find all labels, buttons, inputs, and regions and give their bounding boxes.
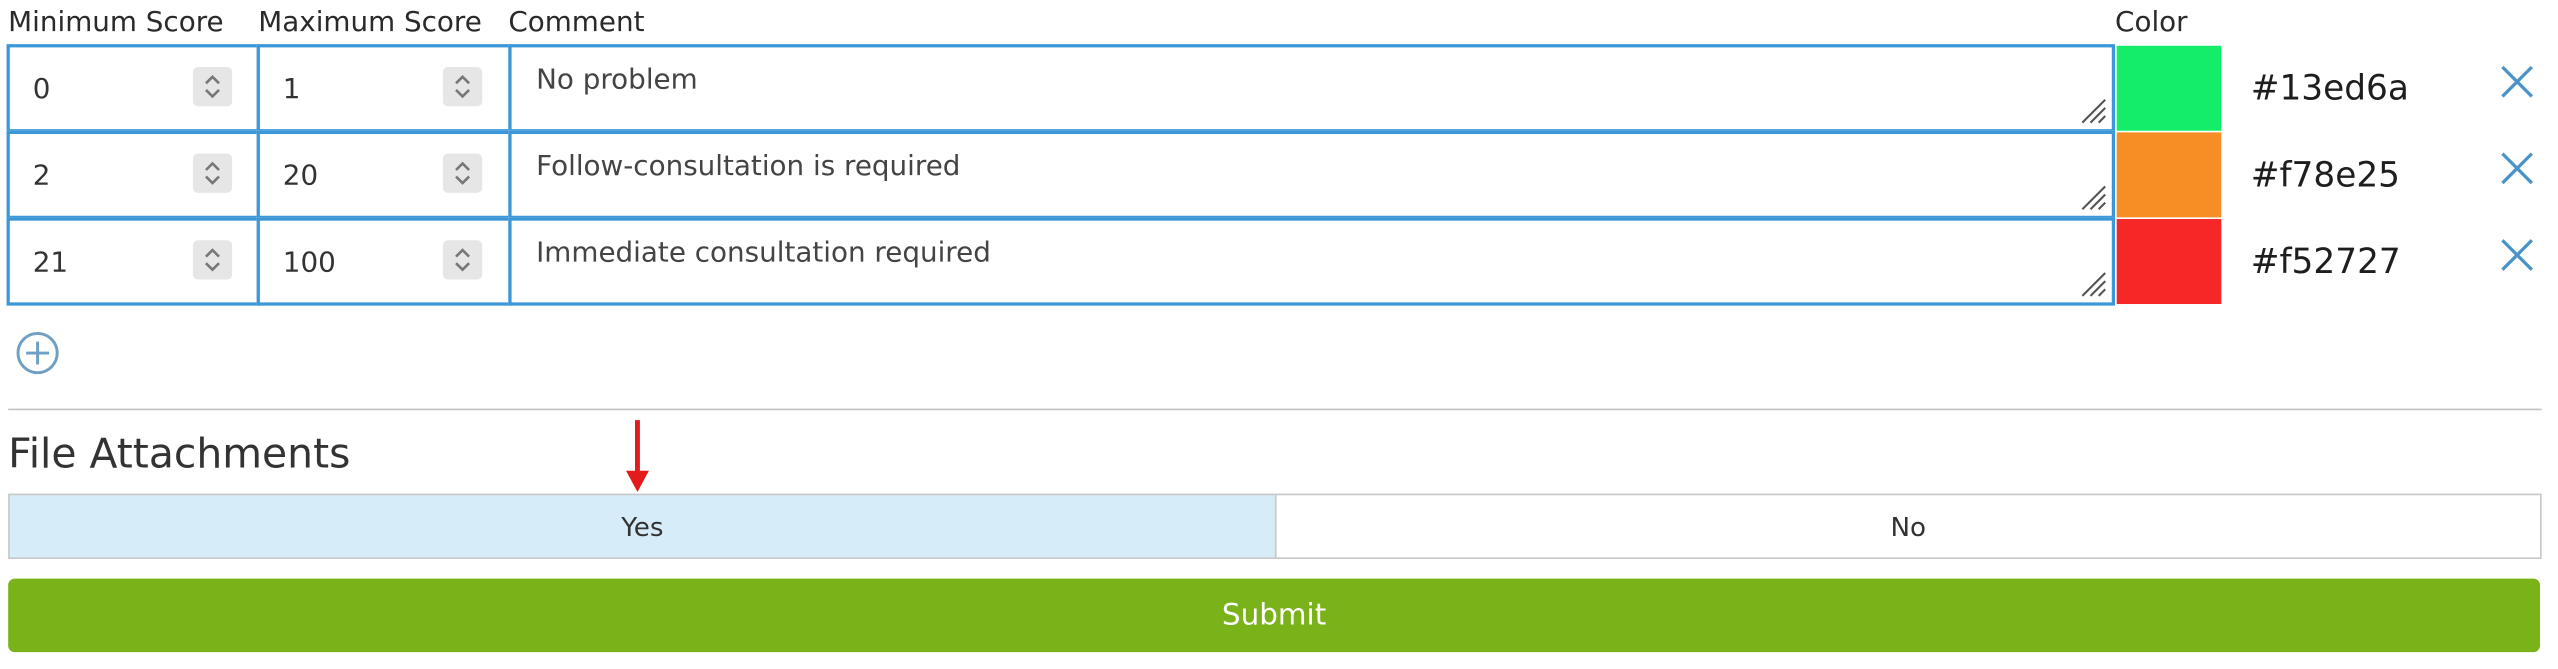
comment-value: No problem (536, 63, 698, 97)
max-score-value: 100 (282, 246, 336, 280)
min-score-input[interactable]: 0 (6, 44, 260, 133)
color-hex-value: #f78e25 (2250, 155, 2401, 195)
min-score-value: 2 (32, 160, 51, 193)
plus-circle-icon[interactable] (15, 330, 61, 376)
header-minimum-score: Minimum Score (8, 6, 224, 40)
up-down-chevron-icon[interactable] (192, 67, 233, 107)
color-hex-value: #f52727 (2250, 241, 2401, 282)
close-icon[interactable] (2498, 62, 2537, 101)
max-score-value: 1 (282, 73, 301, 107)
comment-textarea[interactable]: Immediate consultation required (508, 217, 2116, 306)
header-maximum-score: Maximum Score (258, 6, 482, 40)
comment-textarea[interactable]: No problem (508, 44, 2116, 133)
color-swatch[interactable] (2116, 219, 2222, 305)
up-down-chevron-icon[interactable] (442, 240, 483, 280)
resize-grip-icon[interactable] (2076, 266, 2109, 299)
close-icon[interactable] (2498, 235, 2537, 274)
score-range-form: Minimum Score Maximum Score Comment Colo… (0, 0, 2558, 669)
color-hex-value: #13ed6a (2250, 68, 2409, 108)
close-icon[interactable] (2498, 149, 2537, 188)
comment-textarea[interactable]: Follow-consultation is required (508, 130, 2116, 220)
max-score-value: 20 (282, 160, 319, 193)
red-down-arrow-icon (626, 420, 649, 492)
up-down-chevron-icon[interactable] (442, 153, 483, 193)
min-score-input[interactable]: 2 (6, 130, 260, 220)
max-score-input[interactable]: 100 (256, 217, 512, 306)
up-down-chevron-icon[interactable] (192, 240, 233, 280)
max-score-input[interactable]: 20 (256, 130, 512, 220)
color-swatch[interactable] (2116, 132, 2222, 218)
header-comment: Comment (508, 6, 645, 40)
file-attachments-no-option[interactable]: No (1274, 493, 2542, 559)
min-score-value: 0 (32, 73, 51, 107)
up-down-chevron-icon[interactable] (192, 153, 233, 193)
min-score-value: 21 (32, 246, 69, 280)
min-score-input[interactable]: 21 (6, 217, 260, 306)
submit-button[interactable]: Submit (8, 578, 2541, 653)
resize-grip-icon[interactable] (2076, 180, 2109, 213)
comment-value: Immediate consultation required (536, 237, 991, 270)
comment-value: Follow-consultation is required (536, 150, 961, 184)
file-attachments-title: File Attachments (8, 429, 351, 478)
resize-grip-icon[interactable] (2076, 93, 2109, 126)
section-divider (8, 408, 2542, 411)
color-swatch[interactable] (2116, 45, 2222, 131)
up-down-chevron-icon[interactable] (442, 67, 483, 107)
file-attachments-yes-option[interactable]: Yes (8, 493, 1277, 559)
header-color: Color (2115, 6, 2188, 40)
max-score-input[interactable]: 1 (256, 44, 512, 133)
